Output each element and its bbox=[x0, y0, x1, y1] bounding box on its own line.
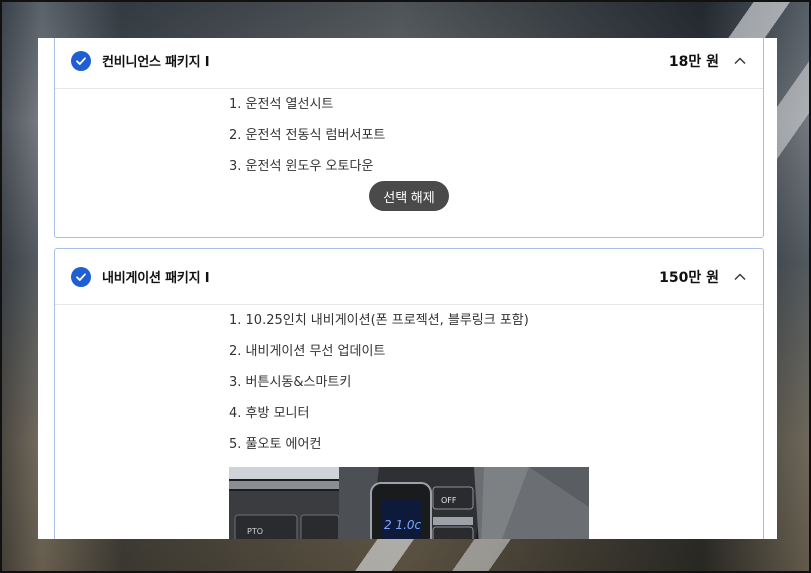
chevron-up-icon[interactable] bbox=[733, 54, 747, 68]
package-price: 150만 원 bbox=[659, 269, 719, 286]
list-item: 2. 운전석 전동식 럼버서포트 bbox=[229, 128, 386, 143]
package-header-navigation[interactable]: 내비게이션 패키지 I 150만 원 bbox=[55, 249, 763, 305]
deselect-button[interactable]: 선택 해제 bbox=[369, 181, 449, 211]
list-item: 4. 후방 모니터 bbox=[229, 406, 310, 421]
list-item: 1. 10.25인치 내비게이션(폰 프로젝션, 블루링크 포함) bbox=[229, 313, 529, 328]
package-price: 18만 원 bbox=[668, 53, 719, 70]
checked-icon[interactable] bbox=[71, 50, 91, 71]
options-panel: 컨비니언스 패키지 I 18만 원 1. 운전석 열선시트 2. 운전석 전동식… bbox=[38, 38, 777, 539]
list-item: 1. 운전석 열선시트 bbox=[229, 97, 334, 112]
chevron-up-icon[interactable] bbox=[733, 270, 747, 284]
list-item: 2. 내비게이션 무선 업데이트 bbox=[229, 344, 386, 359]
package-card-navigation: 내비게이션 패키지 I 150만 원 1. 10.25인치 내비게이션(폰 프로… bbox=[54, 248, 764, 539]
list-item: 3. 버튼시동&스마트키 bbox=[229, 375, 352, 390]
package-item-list: 1. 10.25인치 내비게이션(폰 프로젝션, 블루링크 포함) 2. 내비게… bbox=[229, 313, 529, 468]
feature-photo: PTO 2 1.0c OFF bbox=[229, 467, 589, 539]
pto-label: PTO bbox=[247, 527, 263, 536]
list-item: 5. 풀오토 에어컨 bbox=[229, 437, 322, 452]
package-card-convenience: 컨비니언스 패키지 I 18만 원 1. 운전석 열선시트 2. 운전석 전동식… bbox=[54, 38, 764, 238]
checked-icon[interactable] bbox=[71, 266, 91, 287]
package-item-list: 1. 운전석 열선시트 2. 운전석 전동식 럼버서포트 3. 운전석 윈도우 … bbox=[229, 97, 385, 190]
off-label: OFF bbox=[441, 496, 457, 505]
package-header-convenience[interactable]: 컨비니언스 패키지 I 18만 원 bbox=[55, 38, 763, 89]
package-title: 컨비니언스 패키지 I bbox=[102, 55, 210, 70]
screenshot-frame: 컨비니언스 패키지 I 18만 원 1. 운전석 열선시트 2. 운전석 전동식… bbox=[0, 0, 811, 573]
package-title: 내비게이션 패키지 I bbox=[102, 271, 210, 286]
temp-readout: 2 1.0c bbox=[384, 518, 422, 532]
list-item: 3. 운전석 윈도우 오토다운 bbox=[229, 159, 374, 174]
